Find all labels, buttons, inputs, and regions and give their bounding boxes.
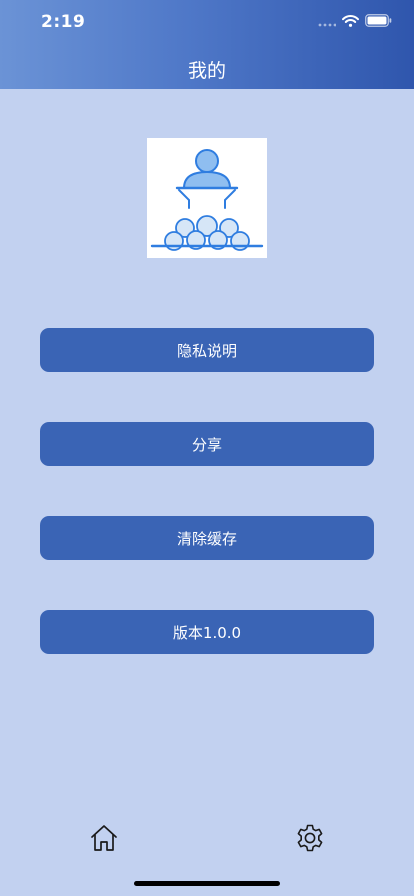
- share-button[interactable]: 分享: [40, 422, 374, 466]
- status-time: 2:19: [41, 12, 86, 32]
- status-icons: [318, 14, 392, 27]
- header-bar: 2:19 我的: [0, 0, 414, 89]
- privacy-button[interactable]: 隐私说明: [40, 328, 374, 372]
- home-icon: [91, 825, 117, 851]
- gear-icon: [297, 824, 323, 852]
- avatar: [147, 138, 267, 258]
- speaker-audience-icon: [150, 149, 264, 251]
- tab-home[interactable]: [88, 822, 120, 854]
- battery-icon: [365, 14, 392, 27]
- clear-cache-button[interactable]: 清除缓存: [40, 516, 374, 560]
- home-indicator[interactable]: [134, 881, 280, 886]
- wifi-icon: [342, 14, 359, 27]
- version-button[interactable]: 版本1.0.0: [40, 610, 374, 654]
- page-title: 我的: [187, 60, 226, 82]
- tab-settings[interactable]: [294, 822, 326, 854]
- signal-icon: [318, 23, 336, 26]
